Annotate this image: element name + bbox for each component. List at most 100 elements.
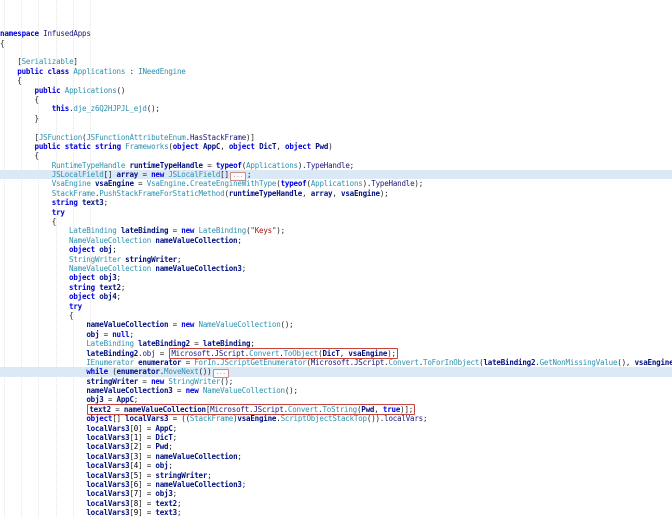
code-token: nameValueCollection xyxy=(155,452,237,461)
code-line[interactable]: namespace InfusedApps xyxy=(0,29,672,38)
code-line[interactable]: LateBinding lateBinding = new LateBindin… xyxy=(0,226,672,235)
decompiled-code-view[interactable]: namespace InfusedApps{ [Serializable] pu… xyxy=(0,0,672,517)
code-token: obj xyxy=(142,349,155,358)
code-token: JSFunction xyxy=(39,133,82,142)
code-token: localVars3 xyxy=(86,442,129,451)
code-line[interactable]: this.dje_z6Q2HJPJL_ejd(); xyxy=(0,104,672,113)
code-token: JSLocalField xyxy=(168,170,220,179)
code-token: while xyxy=(86,367,108,376)
code-line[interactable]: public Applications() xyxy=(0,86,672,95)
code-line[interactable]: { xyxy=(0,39,672,48)
code-line[interactable]: stringWriter = new StringWriter(); xyxy=(0,377,672,386)
code-line[interactable]: localVars3[4] = obj; xyxy=(0,461,672,470)
code-token: () xyxy=(117,86,126,95)
code-token: ); xyxy=(276,226,285,235)
code-token: NameValueCollection xyxy=(203,386,285,395)
code-line[interactable]: { xyxy=(0,76,672,85)
code-line[interactable]: object obj; xyxy=(0,245,672,254)
code-line[interactable]: string text3; xyxy=(0,198,672,207)
code-line[interactable]: public class Applications : INeedEngine xyxy=(0,67,672,76)
code-token: text2 xyxy=(89,405,111,414)
code-token: localVars3 xyxy=(86,452,129,461)
code-token: (); xyxy=(220,377,233,386)
code-line[interactable]: NameValueCollection nameValueCollection3… xyxy=(0,264,672,273)
code-line[interactable]: object obj3; xyxy=(0,273,672,282)
code-token: localVars3 xyxy=(86,433,129,442)
code-line[interactable]: obj = null; xyxy=(0,330,672,339)
code-token: = xyxy=(155,349,168,358)
code-token: (); xyxy=(285,386,298,395)
code-token: LateBinding xyxy=(199,226,246,235)
code-line[interactable]: localVars3[1] = DicT; xyxy=(0,433,672,442)
code-token: ] = xyxy=(138,433,155,442)
code-line[interactable]: VsaEngine vsaEngine = VsaEngine.CreateEn… xyxy=(0,179,672,188)
code-token: null xyxy=(112,330,129,339)
code-token: localVars3 xyxy=(86,471,129,480)
code-token: RuntimeTypeHandle xyxy=(52,161,125,170)
code-line[interactable]: { xyxy=(0,151,672,160)
code-token: ). xyxy=(363,179,372,188)
code-line[interactable]: localVars3[3] = nameValueCollection; xyxy=(0,452,672,461)
code-line[interactable]: RuntimeTypeHandle runtimeTypeHandle = ty… xyxy=(0,161,672,170)
code-token: JScript xyxy=(253,405,283,414)
code-line[interactable]: object[] localVars3 = ((StackFrame)vsaEn… xyxy=(0,414,672,423)
code-token: ). xyxy=(298,161,307,170)
code-line[interactable]: StackFrame.PushStackFrameForStaticMethod… xyxy=(0,189,672,198)
code-line[interactable]: } xyxy=(0,114,672,123)
code-token: ) xyxy=(328,142,332,151)
code-token: ; xyxy=(121,283,125,292)
code-line[interactable] xyxy=(0,123,672,132)
code-line-highlighted[interactable]: while (enumerator.MoveNext())... xyxy=(0,367,672,376)
code-token: PushStackFrameForStaticMethod xyxy=(99,189,224,198)
code-token: JScript xyxy=(215,349,245,358)
code-line[interactable]: { xyxy=(0,217,672,226)
code-line[interactable]: localVars3[0] = AppC; xyxy=(0,424,672,433)
code-token: static xyxy=(65,142,91,151)
code-token: stringWriter xyxy=(155,471,207,480)
code-line[interactable]: public static string Frameworks(object A… xyxy=(0,142,672,151)
code-line-highlighted[interactable]: JSLocalField[] array = new JSLocalField[… xyxy=(0,170,672,179)
code-token: Pwd xyxy=(315,142,328,151)
code-token: ; xyxy=(117,273,121,282)
code-token: : xyxy=(125,67,138,76)
code-line[interactable]: [JSFunction(JSFunctionAttributeEnum.HasS… xyxy=(0,133,672,142)
code-token: namespace xyxy=(0,29,39,38)
code-line[interactable]: { xyxy=(0,311,672,320)
code-line[interactable]: localVars3[8] = text2; xyxy=(0,499,672,508)
code-token: ToString xyxy=(322,405,357,414)
code-token: ; xyxy=(129,330,133,339)
code-token: lateBinding2 xyxy=(483,358,535,367)
code-token: ; xyxy=(168,461,172,470)
code-line[interactable]: NameValueCollection nameValueCollection; xyxy=(0,236,672,245)
code-line[interactable]: localVars3[5] = stringWriter; xyxy=(0,471,672,480)
code-token: ; xyxy=(242,480,246,489)
code-line[interactable]: nameValueCollection3 = new NameValueColl… xyxy=(0,386,672,395)
code-token: object xyxy=(69,292,95,301)
code-token: { xyxy=(52,217,56,226)
code-token: [] xyxy=(104,170,117,179)
code-line[interactable]: lateBinding2.obj = Microsoft.JScript.Con… xyxy=(0,349,672,358)
code-line[interactable] xyxy=(0,48,672,57)
code-line[interactable]: try xyxy=(0,208,672,217)
code-token: typeof xyxy=(281,179,307,188)
code-token: obj xyxy=(99,245,112,254)
code-line[interactable]: nameValueCollection = new NameValueColle… xyxy=(0,320,672,329)
code-line[interactable]: StringWriter stringWriter; xyxy=(0,255,672,264)
code-line[interactable]: localVars3[6] = nameValueCollection3; xyxy=(0,480,672,489)
code-token: dje_z6Q2HJPJL_ejd xyxy=(73,104,146,113)
code-line[interactable]: { xyxy=(0,95,672,104)
code-line[interactable]: localVars3[7] = obj3; xyxy=(0,489,672,498)
code-token: object xyxy=(229,142,255,151)
code-line[interactable]: try xyxy=(0,302,672,311)
code-line[interactable]: object obj4; xyxy=(0,292,672,301)
code-token: Convert xyxy=(288,405,318,414)
code-line[interactable]: IEnumerator enumerator = ForIn.JScriptGe… xyxy=(0,358,672,367)
code-line[interactable]: text2 = nameValueCollection[Microsoft.JS… xyxy=(0,405,672,414)
code-line[interactable]: localVars3[9] = text3; xyxy=(0,508,672,517)
code-line[interactable]: localVars3[2] = Pwd; xyxy=(0,442,672,451)
code-token: DicT xyxy=(259,142,276,151)
code-line[interactable]: string text2; xyxy=(0,283,672,292)
code-token: runtimeTypeHandle xyxy=(130,161,203,170)
code-token: localVars3 xyxy=(86,499,129,508)
code-line[interactable]: [Serializable] xyxy=(0,57,672,66)
